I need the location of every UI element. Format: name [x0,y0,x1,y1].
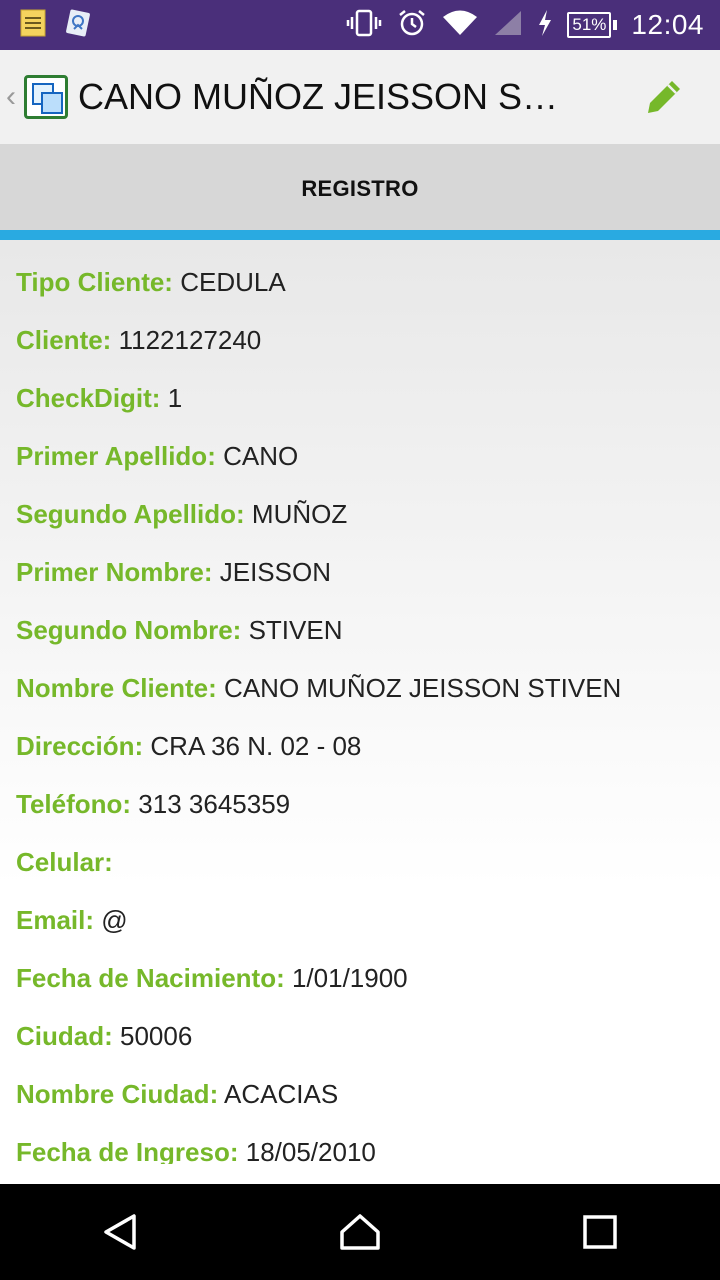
field-primer-apellido: Primer Apellido: CANO [16,441,299,471]
wifi-icon [441,9,479,42]
battery-icon: 51% [567,12,618,38]
vibrate-icon [345,9,383,42]
field-segundo-apellido: Segundo Apellido: MUÑOZ [16,499,348,529]
nav-back-button[interactable] [70,1192,170,1272]
field-checkdigit: CheckDigit: 1 [16,383,183,413]
page-title: CANO MUÑOZ JEISSON STIVEN [78,76,578,117]
field-fecha-ingreso: Fecha de Ingreso: 18/05/2010 [16,1137,376,1164]
status-bar: 51% 12:04 [0,0,720,50]
navigation-bar [0,1184,720,1280]
recents-icon [583,1215,617,1249]
nav-recents-button[interactable] [550,1192,650,1272]
field-email: Email: @ [16,905,128,935]
alarm-icon [397,8,427,43]
tab-registro[interactable]: REGISTRO [0,144,720,234]
field-direccion: Dirección: CRA 36 N. 02 - 08 [16,731,362,761]
app-logo-icon[interactable] [24,75,68,119]
battery-percent: 51% [567,12,612,38]
tab-indicator [0,230,720,240]
field-nombre-cliente: Nombre Cliente: CANO MUÑOZ JEISSON STIVE… [16,673,622,703]
edit-button[interactable] [640,73,688,121]
field-cliente: Cliente: 1122127240 [16,325,262,355]
home-icon [340,1214,380,1250]
app-bar: ‹ CANO MUÑOZ JEISSON STIVEN [0,50,720,144]
field-nombre-ciudad: Nombre Ciudad: ACACIAS [16,1079,339,1109]
charging-icon [537,9,553,42]
field-telefono: Teléfono: 313 3645359 [16,789,291,819]
field-primer-nombre: Primer Nombre: JEISSON [16,557,331,587]
gallery-icon [64,9,92,42]
pencil-icon [648,81,680,113]
status-time: 12:04 [631,9,704,40]
back-triangle-icon [104,1214,136,1250]
field-segundo-nombre: Segundo Nombre: STIVEN [16,615,343,645]
signal-icon [493,9,523,42]
notes-icon [20,9,46,42]
tab-label: REGISTRO [301,176,419,201]
nav-home-button[interactable] [310,1192,410,1272]
field-fecha-nacimiento: Fecha de Nacimiento: 1/01/1900 [16,963,408,993]
back-button[interactable]: ‹ [6,80,22,114]
field-ciudad: Ciudad: 50006 [16,1021,193,1051]
field-tipo-cliente: Tipo Cliente: CEDULA [16,267,286,297]
record-details[interactable]: Tipo Cliente: CEDULA Cliente: 1122127240… [0,240,720,1164]
field-celular: Celular: [16,847,113,877]
